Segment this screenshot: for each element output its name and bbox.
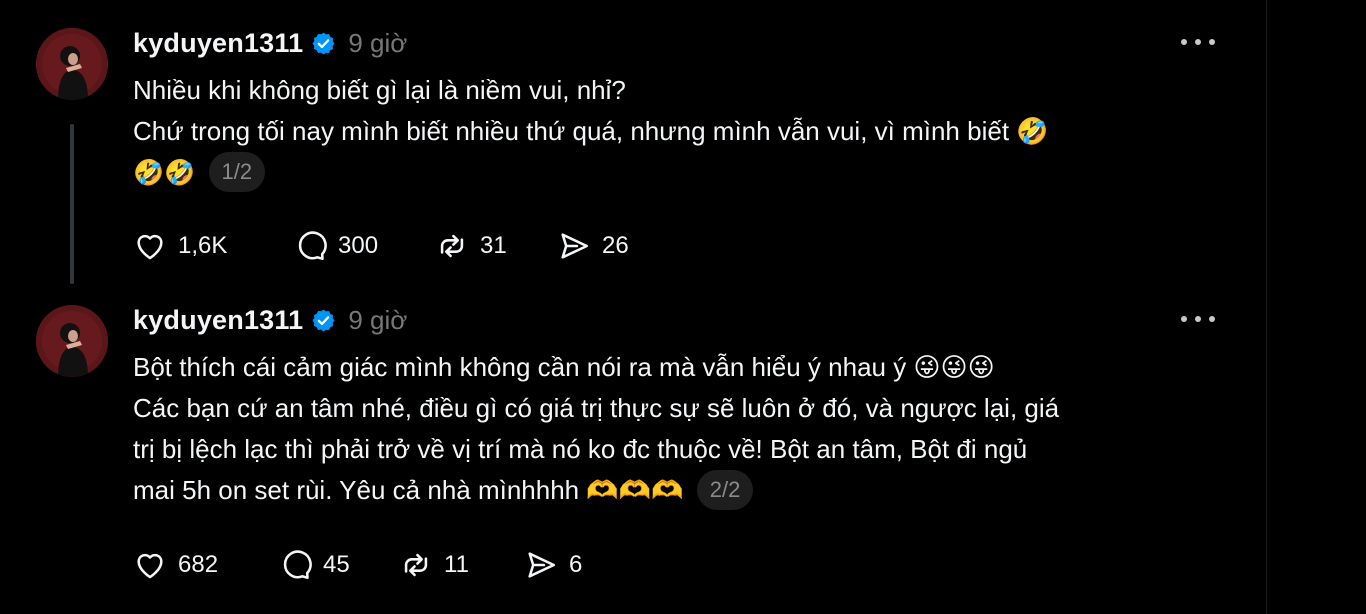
thread-connector-line bbox=[70, 124, 74, 284]
like-button[interactable]: 1,6K bbox=[132, 229, 292, 263]
comment-button[interactable]: 45 bbox=[277, 548, 398, 582]
post-text-line: trị bị lệch lạc thì phải trở về vị trí m… bbox=[133, 434, 1028, 464]
avatar[interactable] bbox=[36, 305, 108, 377]
post-body: Bột thích cái cảm giác mình không cần nó… bbox=[133, 347, 1223, 511]
repost-icon bbox=[404, 553, 428, 577]
comment-button[interactable]: 300 bbox=[292, 229, 434, 263]
post-actions: 1,6K 300 31 26 bbox=[132, 226, 629, 266]
post-text-line: 🤣🤣 bbox=[133, 158, 196, 187]
like-count: 682 bbox=[178, 551, 219, 578]
post-actions: 682 45 11 6 bbox=[132, 545, 582, 585]
more-options-button[interactable] bbox=[1178, 307, 1218, 331]
more-horizontal-icon bbox=[1181, 316, 1215, 322]
post-header: kyduyen1311 9 giờ bbox=[133, 28, 407, 58]
share-button[interactable]: 26 bbox=[556, 229, 629, 263]
comment-bubble-icon bbox=[283, 550, 312, 580]
threads-feed: kyduyen1311 9 giờ Nhiều khi không biết g… bbox=[0, 0, 1366, 614]
like-button[interactable]: 682 bbox=[132, 548, 277, 582]
post-text-line: Các bạn cứ an tâm nhé, điều gì có giá tr… bbox=[133, 393, 1060, 423]
post-header: kyduyen1311 9 giờ bbox=[133, 305, 407, 335]
share-count: 26 bbox=[602, 232, 629, 259]
heart-icon bbox=[137, 234, 163, 260]
post-text-line: Chứ trong tối nay mình biết nhiều thứ qu… bbox=[133, 116, 1049, 146]
more-options-button[interactable] bbox=[1178, 30, 1218, 54]
verified-badge-icon bbox=[311, 308, 336, 333]
post-text-line: mai 5h on set rùi. Yêu cả nhà mìnhhhh 🫶🫶… bbox=[133, 475, 684, 505]
username[interactable]: kyduyen1311 bbox=[133, 305, 303, 336]
like-count: 1,6K bbox=[178, 232, 228, 259]
thread-page-indicator: 1/2 bbox=[208, 152, 266, 192]
heart-icon bbox=[137, 553, 163, 579]
send-icon bbox=[528, 552, 556, 578]
post-time: 9 giờ bbox=[348, 304, 408, 335]
post-body: Nhiều khi không biết gì lại là niềm vui,… bbox=[133, 70, 1223, 193]
repost-button[interactable]: 11 bbox=[398, 548, 523, 582]
repost-icon bbox=[440, 234, 464, 258]
username[interactable]: kyduyen1311 bbox=[133, 28, 303, 59]
repost-count: 31 bbox=[480, 232, 507, 259]
comment-bubble-icon bbox=[298, 231, 327, 261]
thread-page-indicator: 2/2 bbox=[696, 470, 754, 510]
thread-post-1[interactable]: kyduyen1311 9 giờ Nhiều khi không biết g… bbox=[0, 28, 1260, 288]
column-divider bbox=[1266, 0, 1267, 614]
more-horizontal-icon bbox=[1181, 39, 1215, 45]
send-icon bbox=[561, 233, 589, 259]
repost-count: 11 bbox=[444, 551, 469, 578]
comment-count: 45 bbox=[323, 551, 350, 578]
repost-button[interactable]: 31 bbox=[434, 229, 556, 263]
post-text-line: Nhiều khi không biết gì lại là niềm vui,… bbox=[133, 75, 626, 105]
thread-post-2[interactable]: kyduyen1311 9 giờ Bột thích cái cảm giác… bbox=[0, 305, 1260, 605]
post-text-line-wrap: 🤣🤣 1/2 bbox=[133, 152, 1223, 193]
verified-badge-icon bbox=[311, 31, 336, 56]
post-time: 9 giờ bbox=[348, 27, 408, 58]
share-count: 6 bbox=[569, 551, 583, 578]
post-text-line: Bột thích cái cảm giác mình không cần nó… bbox=[133, 352, 995, 382]
comment-count: 300 bbox=[338, 232, 379, 259]
share-button[interactable]: 6 bbox=[523, 548, 582, 582]
avatar[interactable] bbox=[36, 28, 108, 100]
post-text-line-wrap: mai 5h on set rùi. Yêu cả nhà mìnhhhh 🫶🫶… bbox=[133, 470, 1223, 511]
